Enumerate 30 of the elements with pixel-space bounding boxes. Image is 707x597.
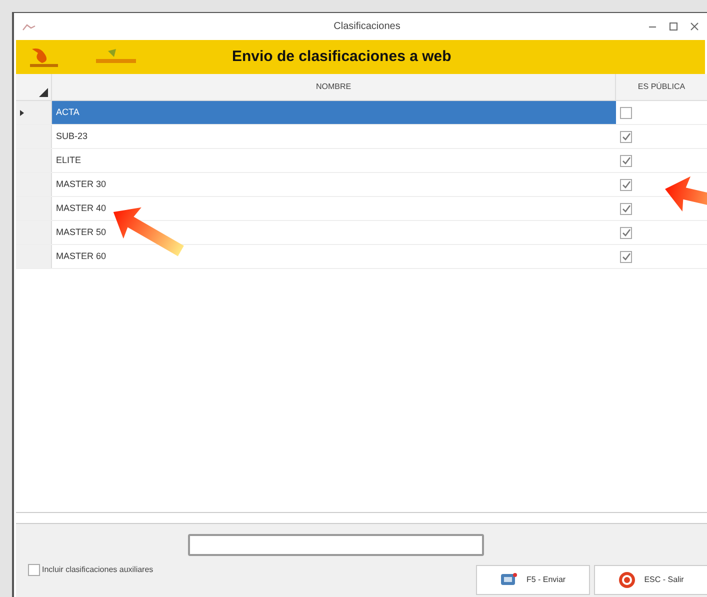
checkbox[interactable] (620, 154, 632, 166)
table-cell-text: SUB-23 (55, 130, 89, 143)
power-icon (618, 571, 636, 589)
current-row-icon (20, 110, 24, 116)
table-cell: ACTA (52, 101, 616, 124)
column-header[interactable]: NOMBRE (52, 74, 616, 100)
maximize-icon[interactable] (669, 22, 678, 31)
table-cell-text: MASTER 60 (55, 250, 108, 263)
exit-button[interactable]: ESC - Salir (594, 565, 707, 595)
table-cell-text: MASTER 40 (55, 202, 108, 215)
checkbox[interactable] (620, 178, 632, 190)
checkbox[interactable] (620, 250, 632, 262)
checkbox[interactable] (620, 130, 632, 142)
app-icon (22, 22, 36, 30)
window-title: Clasificaciones (334, 20, 400, 34)
checkbox[interactable] (620, 226, 632, 238)
checkbox-label: Incluir clasificaciones auxiliares (42, 564, 154, 576)
checkbox[interactable] (620, 202, 632, 214)
table-cell-text: MASTER 50 (55, 226, 108, 239)
input-field[interactable] (188, 534, 484, 556)
banner-title: Envio de clasificaciones a web (232, 46, 452, 67)
checkbox[interactable] (620, 106, 632, 118)
checkbox[interactable] (28, 564, 40, 576)
table-cell-text: MASTER 30 (55, 178, 108, 191)
column-header[interactable]: ES PÚBLICA (616, 74, 707, 100)
table-cell-text: ELITE (55, 154, 82, 167)
close-icon[interactable] (690, 22, 699, 31)
send-button[interactable]: F5 - Enviar (476, 565, 590, 595)
sort-triangle-icon (39, 88, 48, 97)
monitor-icon (500, 572, 518, 588)
